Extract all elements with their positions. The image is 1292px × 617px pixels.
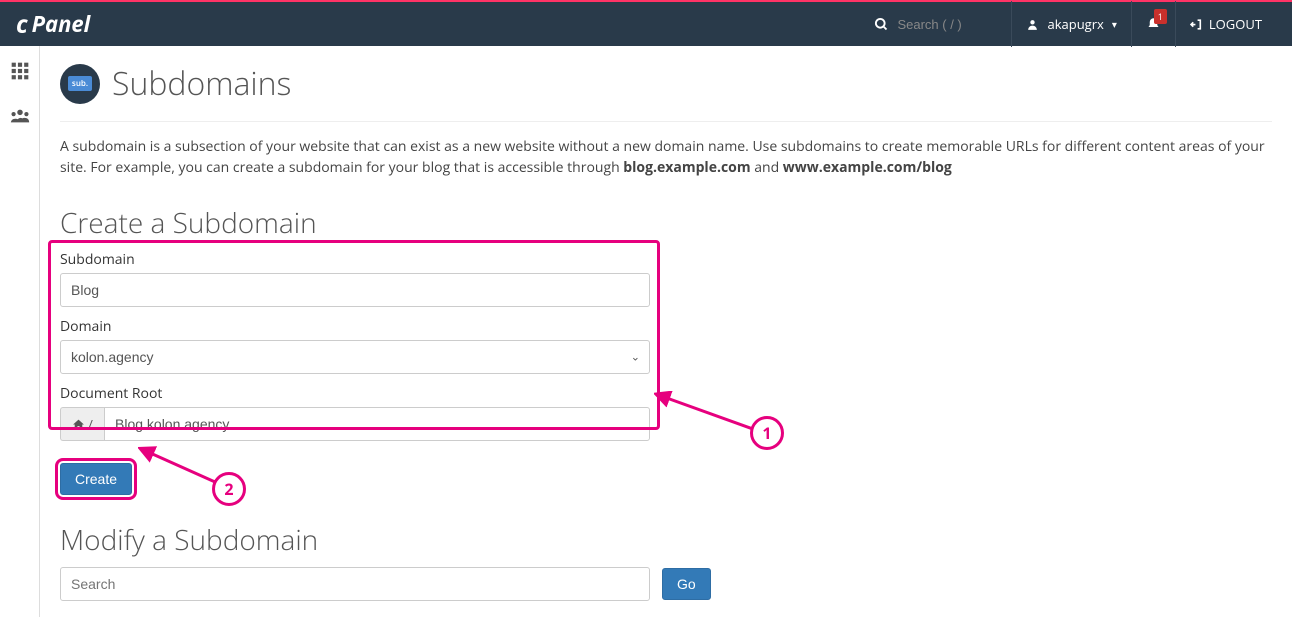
subdomain-input[interactable]: [60, 273, 650, 307]
document-root-input[interactable]: [104, 407, 650, 441]
logout-label: LOGOUT: [1209, 15, 1262, 33]
subdomains-heading-icon: sub.: [60, 64, 100, 104]
user-menu[interactable]: akapugrx ▾: [1011, 1, 1131, 47]
username-label: akapugrx: [1047, 15, 1103, 33]
user-icon: [1026, 18, 1039, 31]
modify-search-input[interactable]: [60, 567, 650, 601]
notification-badge: 1: [1154, 9, 1167, 24]
domain-label: Domain: [60, 317, 1272, 336]
go-button[interactable]: Go: [662, 568, 711, 600]
logout-icon: [1190, 18, 1203, 31]
apps-grid-icon[interactable]: [10, 60, 30, 87]
main-content: sub. Subdomains A subdomain is a subsect…: [40, 46, 1292, 617]
subdomain-label: Subdomain: [60, 250, 1272, 269]
annotation-callout-2: 2: [212, 472, 246, 506]
topbar-search[interactable]: [874, 17, 997, 32]
notifications[interactable]: 1: [1132, 1, 1176, 47]
create-button[interactable]: Create: [60, 463, 132, 495]
cpanel-logo: cPanel: [16, 8, 90, 41]
search-icon: [874, 17, 889, 32]
intro-text: A subdomain is a subsection of your webs…: [60, 136, 1272, 178]
left-sidebar: [0, 46, 40, 617]
create-subdomain-heading: Create a Subdomain: [60, 204, 1272, 242]
caret-down-icon: ▾: [1112, 17, 1117, 31]
top-navbar: cPanel akapugrx ▾ 1 LOGOUT: [0, 0, 1292, 46]
page-title: Subdomains: [112, 62, 291, 105]
annotation-callout-1: 1: [750, 416, 784, 450]
domain-select[interactable]: kolon.agency: [60, 340, 650, 374]
users-icon[interactable]: [9, 105, 31, 133]
document-root-label: Document Root: [60, 384, 1272, 403]
home-icon: [72, 418, 85, 431]
home-icon-addon: /: [60, 407, 104, 441]
logout-link[interactable]: LOGOUT: [1176, 15, 1276, 33]
topbar-search-input[interactable]: [897, 17, 997, 32]
modify-subdomain-heading: Modify a Subdomain: [60, 521, 1272, 559]
